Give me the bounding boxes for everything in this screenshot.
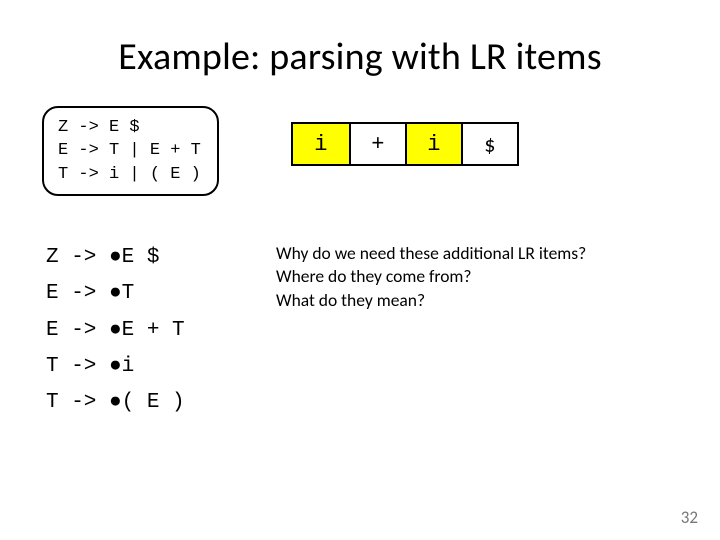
lr-items-list: Z -> ●E $ E -> ●T E -> ●E + T T -> ●i T … bbox=[42, 240, 276, 421]
top-row: Z -> E $ E -> T | E + T T -> i | ( E ) i… bbox=[42, 106, 678, 196]
parse-cell: + bbox=[349, 124, 405, 164]
parse-input-strip: i + i $ bbox=[291, 122, 519, 166]
end-marker: $ bbox=[484, 131, 495, 158]
parse-cell: i bbox=[293, 124, 349, 164]
question-block: Why do we need these additional LR items… bbox=[276, 240, 586, 421]
slide-number: 32 bbox=[681, 507, 698, 528]
parse-cell: $ bbox=[461, 124, 517, 164]
question-line: Why do we need these additional LR items… bbox=[276, 242, 586, 265]
grammar-box: Z -> E $ E -> T | E + T T -> i | ( E ) bbox=[42, 106, 219, 196]
question-line: What do they mean? bbox=[276, 289, 586, 312]
question-line: Where do they come from? bbox=[276, 265, 586, 288]
slide-title: Example: parsing with LR items bbox=[42, 34, 678, 80]
items-row: Z -> ●E $ E -> ●T E -> ●E + T T -> ●i T … bbox=[42, 240, 678, 421]
parse-cell: i bbox=[405, 124, 461, 164]
slide: Example: parsing with LR items Z -> E $ … bbox=[0, 0, 720, 540]
